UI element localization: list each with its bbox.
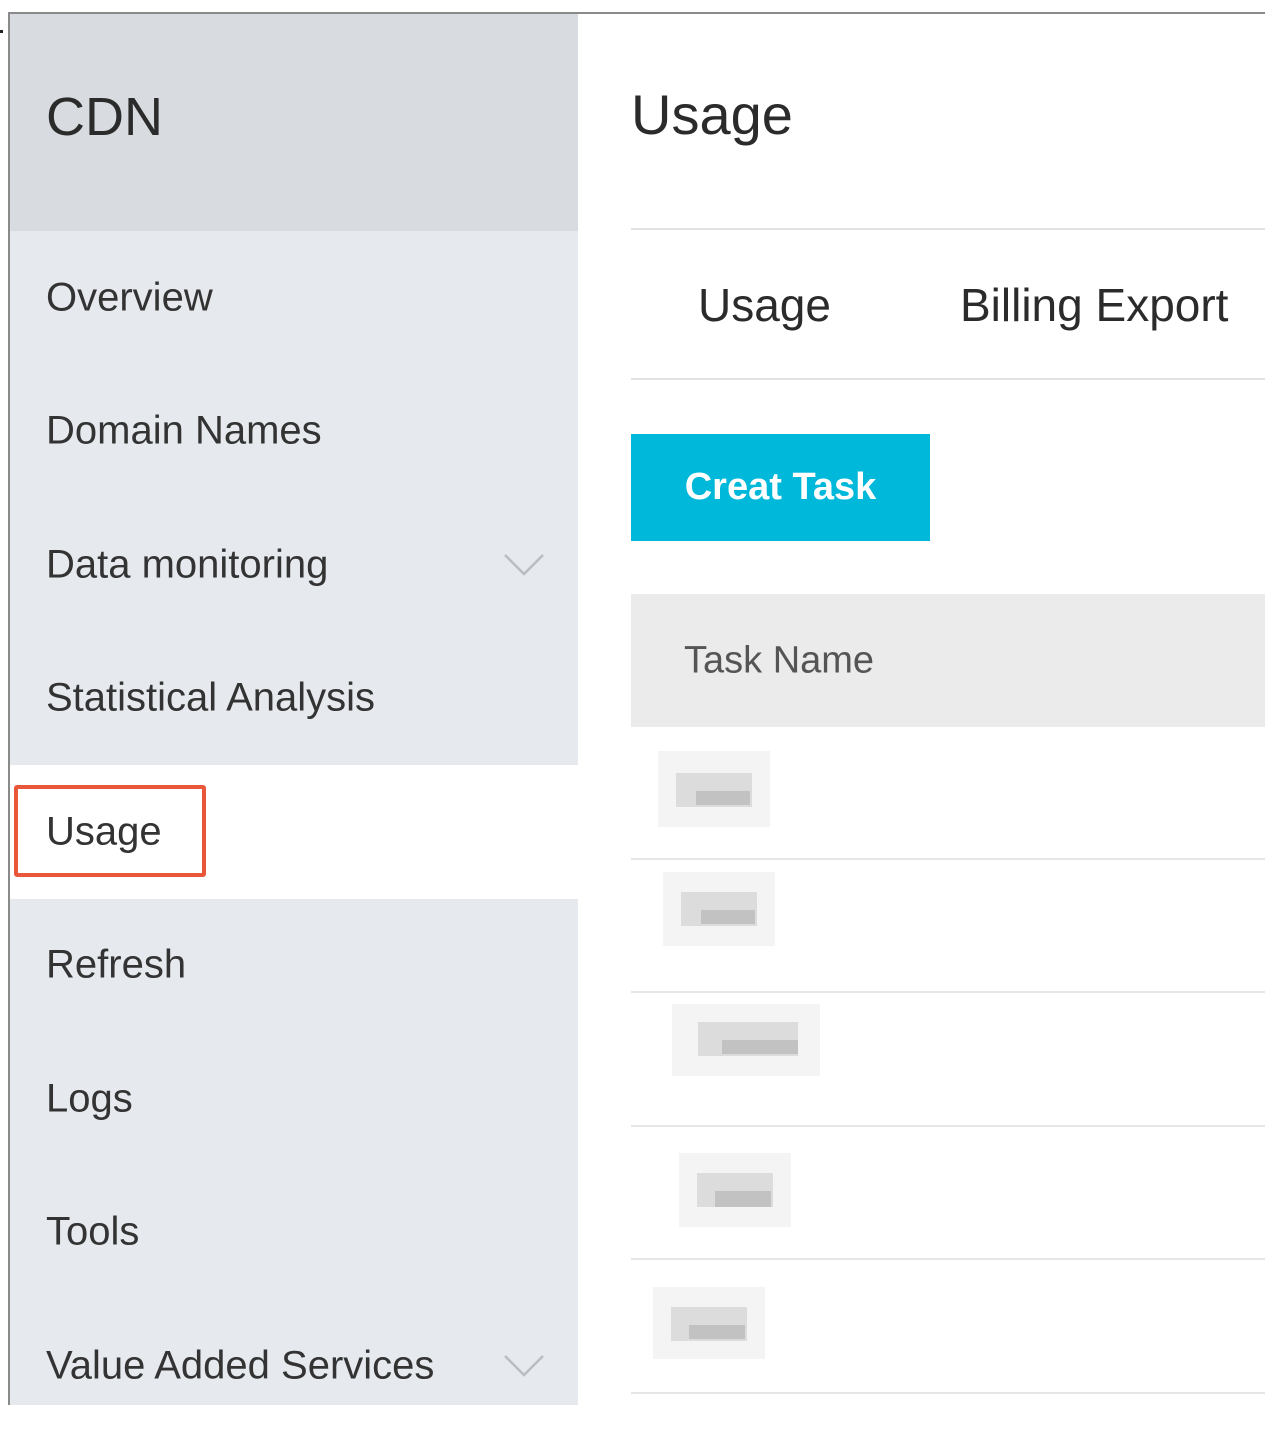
redacted-task-name [679, 1153, 791, 1227]
sidebar-item-usage[interactable]: Usage [10, 765, 578, 899]
sidebar-item-domain-names[interactable]: Domain Names [10, 364, 578, 498]
sidebar-item-refresh[interactable]: Refresh [10, 898, 578, 1032]
sidebar-item-value-added-services[interactable]: Value Added Services [10, 1299, 578, 1433]
table-row[interactable] [631, 860, 1265, 993]
table-row[interactable] [631, 994, 1265, 1127]
sidebar-item-label: Logs [46, 1076, 133, 1121]
sidebar-item-tools[interactable]: Tools [10, 1165, 578, 1299]
sidebar-item-data-monitoring[interactable]: Data monitoring [10, 498, 578, 632]
sidebar-item-overview[interactable]: Overview [10, 231, 578, 365]
divider [631, 228, 1265, 230]
redacted-task-name [653, 1287, 765, 1359]
table-row[interactable] [631, 727, 1265, 860]
sidebar-item-label: Data monitoring [46, 542, 329, 587]
column-header-task-name: Task Name [684, 639, 875, 681]
sidebar-item-label: Domain Names [46, 408, 322, 453]
tab-usage[interactable]: Usage [698, 278, 831, 332]
tab-billing-export[interactable]: Billing Export [960, 278, 1228, 332]
table-row[interactable] [631, 1127, 1265, 1260]
sidebar-item-label: Value Added Services [46, 1343, 435, 1388]
sidebar-item-logs[interactable]: Logs [10, 1032, 578, 1166]
sidebar-item-label: Tools [46, 1209, 140, 1254]
sidebar-item-label: Usage [46, 809, 162, 854]
redacted-task-name [663, 872, 775, 946]
chevron-down-icon[interactable] [503, 1354, 545, 1378]
product-title: CDN [46, 87, 163, 147]
create-task-button[interactable]: Creat Task [631, 434, 930, 541]
sidebar-item-label: Overview [46, 275, 213, 320]
divider [631, 378, 1265, 380]
stray-dot [0, 30, 3, 33]
page-title: Usage [631, 83, 793, 146]
redacted-task-name [658, 751, 770, 827]
sidebar: CDN Overview Domain Names Data monitorin… [10, 14, 578, 1405]
sidebar-header: CDN [10, 14, 578, 231]
chevron-down-icon[interactable] [503, 553, 545, 577]
sidebar-item-label: Refresh [46, 942, 187, 987]
sidebar-item-statistical-analysis[interactable]: Statistical Analysis [10, 631, 578, 765]
table-row[interactable] [631, 1261, 1265, 1394]
sidebar-item-label: Statistical Analysis [46, 675, 376, 720]
table-header: Task Name [631, 594, 1265, 727]
redacted-task-name [672, 1004, 820, 1076]
